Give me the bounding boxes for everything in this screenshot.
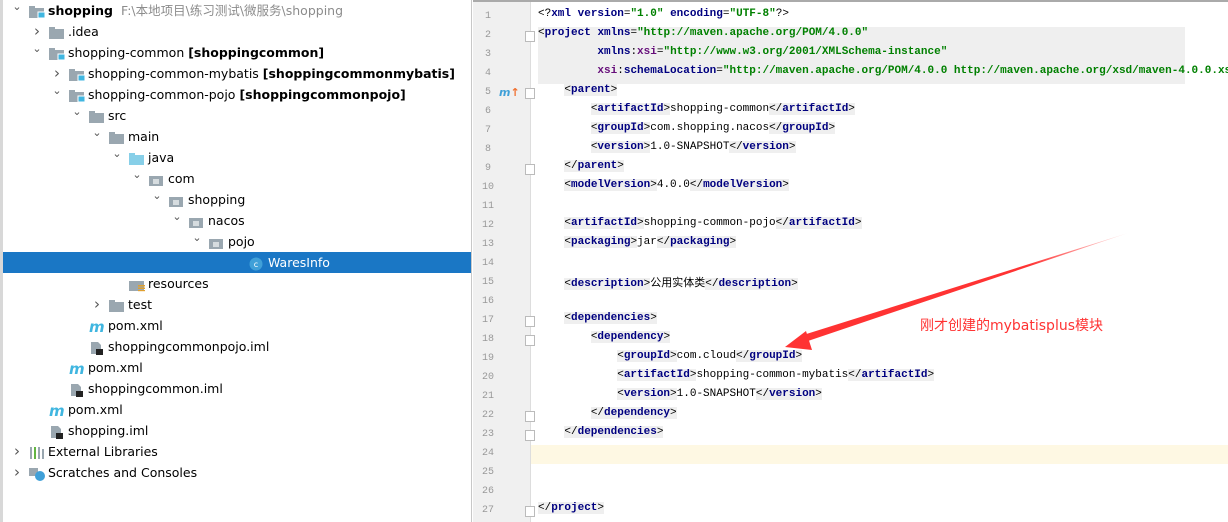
- annotation-text: 刚才创建的mybatisplus模块: [920, 318, 1104, 334]
- annotation-arrow: [785, 233, 1128, 350]
